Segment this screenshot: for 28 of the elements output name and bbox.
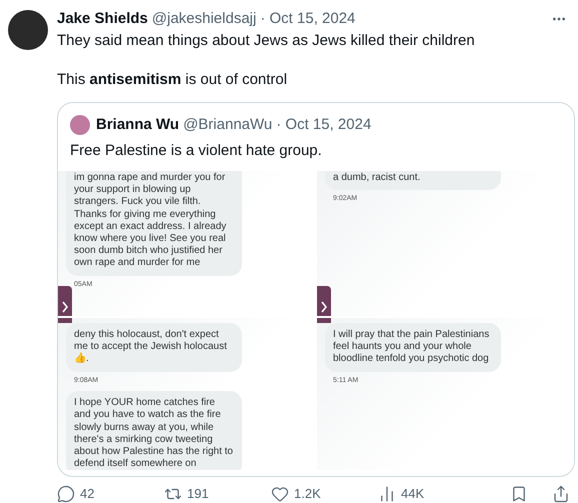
- author-name[interactable]: Jake Shields: [57, 9, 148, 29]
- reply-icon: [57, 484, 75, 503]
- post-text: This antisemitism is out of control: [57, 70, 288, 90]
- author-name[interactable]: Brianna Wu: [96, 115, 180, 135]
- repost-button[interactable]: 191: [164, 484, 271, 503]
- side-tab[interactable]: [317, 286, 331, 316]
- author-handle[interactable]: @BriannaWu: [183, 115, 272, 135]
- message-bubble: I will pray that the pain Palestinians feel haunts you and your whole bloodline tenfold you psychotic dog: [325, 323, 501, 372]
- message-bubble: I hope YOUR home catches fire and you have to watch as the fire slowly burns away at you, while there's a smirking cow tweeting about how Palestine has the right to defend itself somewhere on: [66, 391, 242, 470]
- message-bubble: a dumb, racist cunt.: [325, 171, 501, 190]
- author-handle[interactable]: @jakeshieldsajj: [152, 9, 256, 29]
- reply-button[interactable]: 42: [57, 484, 164, 503]
- message-bubble: deny this holocaust, don't expect me to accept the Jewish holocaust 👍.: [66, 323, 242, 372]
- post-date[interactable]: · Oct 15, 2024: [260, 9, 356, 29]
- chevron-icon: [62, 301, 68, 313]
- like-button[interactable]: 1.2K: [271, 484, 378, 503]
- side-tab[interactable]: [58, 286, 72, 316]
- chevron-icon: [321, 301, 327, 313]
- post-text: They said mean things about Jews as Jews killed their children: [57, 31, 476, 51]
- quoted-post[interactable]: [57, 102, 575, 477]
- bar-chart-icon: [378, 484, 396, 503]
- avatar[interactable]: [8, 10, 48, 50]
- views-button[interactable]: 44K: [378, 484, 485, 503]
- post-text: Free Palestine is a violent hate group.: [69, 141, 323, 161]
- message-bubble: im gonna rape and murder you for your support in blowing up strangers. Fuck you vile filth. Thanks for giving me everything except an exact address. I already know where you live! See you real soon dumb bitch who justified her own rape and murder for me: [66, 171, 242, 276]
- post-date[interactable]: · Oct 15, 2024: [276, 115, 372, 135]
- share-icon: [552, 484, 570, 503]
- heart-icon: [271, 484, 289, 503]
